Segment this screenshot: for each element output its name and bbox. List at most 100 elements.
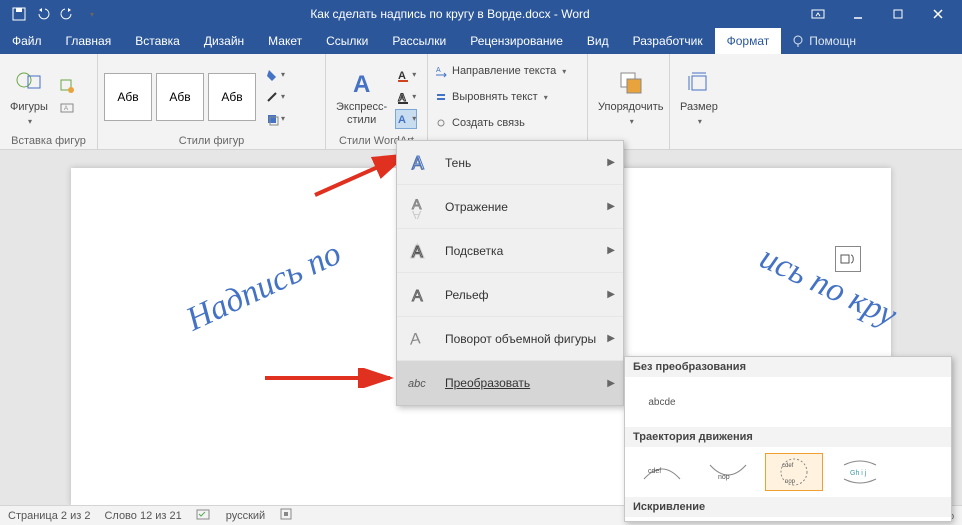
tell-me-label: Помощн	[809, 34, 856, 48]
reflection-A-icon: AA	[407, 194, 433, 220]
svg-text:A: A	[412, 153, 424, 173]
tab-references[interactable]: Ссылки	[314, 28, 380, 54]
link-icon	[434, 116, 448, 130]
submenu-warp-header: Искривление	[625, 497, 951, 517]
tab-file[interactable]: Файл	[0, 28, 54, 54]
glow-A-icon: AA	[407, 238, 433, 264]
textbox-icon[interactable]: A	[56, 98, 78, 118]
tab-developer[interactable]: Разработчик	[621, 28, 715, 54]
bevel-A-icon: A	[407, 282, 433, 308]
chevron-right-icon: ▶	[607, 245, 615, 256]
menu-glow[interactable]: AAПодсветка▶	[397, 229, 623, 273]
shape-style-3[interactable]: Абв	[208, 73, 256, 121]
transform-submenu: Без преобразования abcde Траектория движ…	[624, 356, 952, 522]
tab-format[interactable]: Формат	[715, 28, 782, 54]
menu-3d-rotation[interactable]: AПоворот объемной фигуры▶	[397, 317, 623, 361]
tab-review[interactable]: Рецензирование	[458, 28, 575, 54]
group-shape-styles-label: Стили фигур	[104, 135, 319, 149]
menu-transform[interactable]: abcПреобразовать▶	[397, 361, 623, 405]
chevron-right-icon: ▶	[607, 333, 615, 344]
menu-shadow[interactable]: AAТень▶	[397, 141, 623, 185]
text-effects-icon[interactable]: A	[395, 109, 417, 129]
size-icon	[683, 67, 715, 99]
arrange-icon	[615, 67, 647, 99]
tab-view[interactable]: Вид	[575, 28, 621, 54]
menu-bevel[interactable]: AРельеф▶	[397, 273, 623, 317]
shape-fill-icon[interactable]	[264, 65, 286, 85]
wordart-right[interactable]: ись по кру	[754, 239, 902, 335]
svg-text:A: A	[436, 67, 441, 74]
window-title: Как сделать надпись по кругу в Ворде.doc…	[102, 7, 798, 21]
close-icon[interactable]	[918, 0, 958, 28]
ribbon-options-icon[interactable]	[798, 0, 838, 28]
transform-circle[interactable]: cdef nop	[765, 453, 823, 491]
svg-text:A: A	[412, 208, 422, 219]
svg-text:abc: abc	[408, 378, 426, 390]
wordart-left[interactable]: Надпись по	[181, 235, 347, 340]
status-spellcheck-icon[interactable]	[196, 507, 212, 524]
submenu-no-transform-header: Без преобразования	[625, 357, 951, 377]
chevron-right-icon: ▶	[607, 378, 615, 389]
tab-insert[interactable]: Вставка	[123, 28, 192, 54]
arrange-button[interactable]: Упорядочить	[594, 65, 667, 129]
menu-reflection[interactable]: AAОтражение▶	[397, 185, 623, 229]
save-icon[interactable]	[8, 3, 30, 25]
create-link-button[interactable]: Создать связь	[434, 112, 525, 134]
status-macro-icon[interactable]	[279, 507, 293, 524]
text-outline-icon[interactable]: A	[395, 87, 417, 107]
align-text-button[interactable]: Выровнять текст	[434, 86, 548, 108]
group-insert-label: Вставка фигур	[6, 135, 91, 149]
shadow-A-icon: AA	[407, 150, 433, 176]
maximize-icon[interactable]	[878, 0, 918, 28]
shapes-button[interactable]: Фигуры	[6, 65, 52, 129]
wordart-A-icon: A	[346, 67, 378, 99]
transform-button[interactable]: Gh i j	[831, 453, 889, 491]
rotation-A-icon: A	[407, 326, 433, 352]
svg-text:A: A	[398, 114, 406, 126]
svg-text:Gh i j: Gh i j	[850, 470, 867, 477]
shapes-icon	[13, 67, 45, 99]
status-language[interactable]: русский	[226, 510, 265, 522]
text-direction-button[interactable]: AНаправление текста	[434, 60, 566, 82]
align-text-icon	[434, 90, 448, 104]
status-words[interactable]: Слово 12 из 21	[104, 510, 181, 522]
ribbon: Фигуры A Вставка фигур Абв Абв Абв Стили…	[0, 54, 962, 150]
submenu-path-header: Траектория движения	[625, 427, 951, 447]
svg-text:nop: nop	[718, 474, 730, 481]
tab-mailings[interactable]: Рассылки	[380, 28, 458, 54]
text-effects-dropdown: AAТень▶ AAОтражение▶ AAПодсветка▶ AРелье…	[396, 140, 624, 406]
transform-arch-down[interactable]: nop	[699, 453, 757, 491]
transform-abc-icon: abc	[407, 370, 433, 396]
bulb-icon	[791, 34, 805, 48]
shape-outline-icon[interactable]	[264, 87, 286, 107]
shape-style-2[interactable]: Абв	[156, 73, 204, 121]
svg-text:A: A	[353, 71, 370, 98]
undo-icon[interactable]	[32, 3, 54, 25]
transform-none[interactable]: abcde	[633, 383, 691, 421]
text-fill-icon[interactable]: A	[395, 65, 417, 85]
redo-icon[interactable]	[56, 3, 78, 25]
layout-options-icon[interactable]	[835, 246, 861, 272]
ribbon-tabs: Файл Главная Вставка Дизайн Макет Ссылки…	[0, 28, 962, 54]
text-direction-icon: A	[434, 64, 448, 78]
wordart-quick-styles[interactable]: A Экспресс- стили	[332, 65, 391, 127]
tab-design[interactable]: Дизайн	[192, 28, 256, 54]
svg-text:cdef: cdef	[782, 463, 794, 469]
svg-text:A: A	[412, 244, 423, 261]
status-page[interactable]: Страница 2 из 2	[8, 510, 90, 522]
minimize-icon[interactable]	[838, 0, 878, 28]
chevron-right-icon: ▶	[607, 157, 615, 168]
svg-text:cdef: cdef	[648, 468, 661, 475]
svg-text:nop: nop	[785, 479, 796, 485]
tab-layout[interactable]: Макет	[256, 28, 314, 54]
edit-shape-icon[interactable]	[56, 76, 78, 96]
transform-arch-up[interactable]: cdef	[633, 453, 691, 491]
shape-effects-icon[interactable]	[264, 109, 286, 129]
tab-home[interactable]: Главная	[54, 28, 124, 54]
tell-me[interactable]: Помощн	[781, 28, 866, 54]
qat-customize-icon[interactable]	[80, 3, 102, 25]
size-button[interactable]: Размер	[676, 65, 722, 129]
shape-style-1[interactable]: Абв	[104, 73, 152, 121]
svg-text:A: A	[410, 329, 421, 348]
chevron-right-icon: ▶	[607, 289, 615, 300]
